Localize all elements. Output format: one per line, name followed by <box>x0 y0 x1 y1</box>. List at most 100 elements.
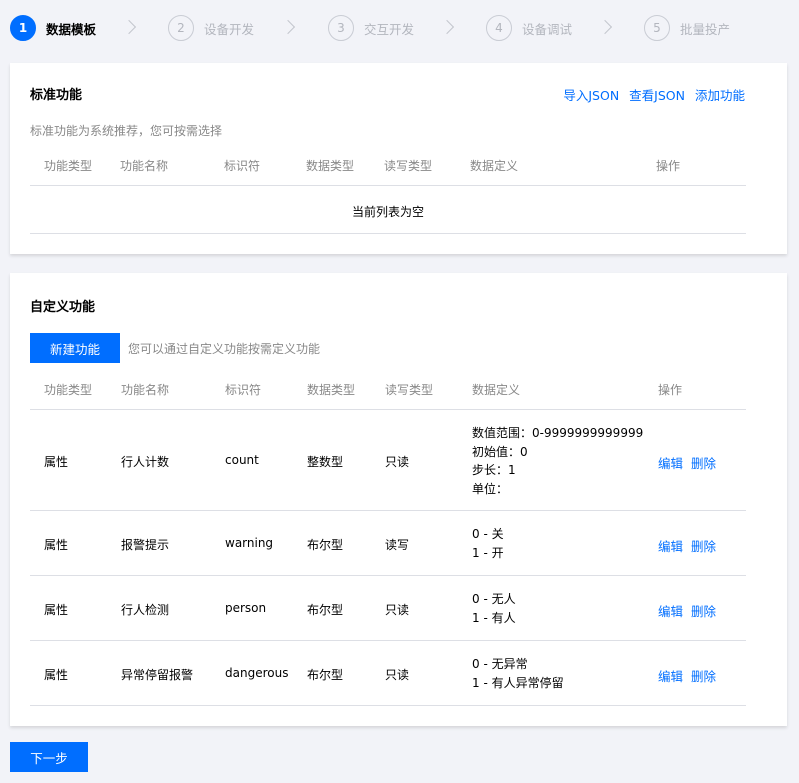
cell-operations: 编辑 删除 <box>658 536 716 555</box>
step-number: 4 <box>486 15 512 41</box>
edit-link[interactable]: 编辑 <box>658 666 683 685</box>
column-header: 读写类型 <box>385 383 434 397</box>
step-3[interactable]: 3 交互开发 <box>328 14 414 42</box>
step-label: 交互开发 <box>364 21 415 37</box>
table-row: 属性 行人计数 count 整数型 只读 数值范围：0-999999999999… <box>30 410 746 511</box>
cell-definition: 数值范围：0-9999999999999 初始值：0 步长：1 单位： <box>472 424 643 498</box>
table-row: 属性 行人检测 person 布尔型 只读 0 - 无人 1 - 有人 编辑 删… <box>30 576 746 641</box>
cell-type: 属性 <box>44 455 69 469</box>
card-title: 标准功能 <box>30 88 83 103</box>
steps-bar: 1 数据模板 2 设备开发 3 交互开发 4 设备调试 5 批量投产 <box>10 14 790 42</box>
cell-identifier: dangerous <box>225 666 289 680</box>
card-description: 标准功能为系统推荐，您可按需选择 <box>30 124 223 138</box>
step-number: 3 <box>328 15 354 41</box>
table-header: 功能类型 功能名称 标识符 数据类型 读写类型 数据定义 操作 <box>30 366 746 410</box>
cell-operations: 编辑 删除 <box>658 453 716 472</box>
definition-line: 1 - 有人 <box>472 610 516 625</box>
delete-link[interactable]: 删除 <box>691 453 716 472</box>
column-header: 功能名称 <box>121 383 170 397</box>
card-actions: 导入JSON 查看JSON 添加功能 <box>563 85 745 104</box>
definition-line: 1 - 开 <box>472 545 504 560</box>
cell-identifier: count <box>225 453 259 467</box>
next-step-button[interactable]: 下一步 <box>10 742 88 772</box>
card-title: 自定义功能 <box>30 300 96 315</box>
edit-link[interactable]: 编辑 <box>658 453 683 472</box>
add-function-link[interactable]: 添加功能 <box>695 85 745 104</box>
chevron-right-icon <box>439 19 455 35</box>
column-header: 操作 <box>658 383 683 397</box>
import-json-link[interactable]: 导入JSON <box>563 85 619 104</box>
cell-name: 行人计数 <box>121 455 170 469</box>
column-header: 标识符 <box>225 383 262 397</box>
column-header: 数据定义 <box>472 383 521 397</box>
cell-definition: 0 - 无人 1 - 有人 <box>472 590 516 627</box>
custom-functions-card: 自定义功能 新建功能 您可以通过自定义功能按需定义功能 功能类型 功能名称 标识… <box>10 273 787 726</box>
cell-type: 属性 <box>44 603 69 617</box>
cell-data-type: 整数型 <box>307 455 344 469</box>
cell-name: 报警提示 <box>121 538 170 552</box>
definition-line: 步长：1 <box>472 463 516 477</box>
step-2[interactable]: 2 设备开发 <box>168 14 254 42</box>
cell-rw: 只读 <box>385 455 410 469</box>
step-number: 1 <box>10 15 36 41</box>
column-header: 操作 <box>656 159 681 173</box>
column-header: 数据类型 <box>306 159 355 173</box>
cell-definition: 0 - 无异常 1 - 有人异常停留 <box>472 655 564 692</box>
definition-line: 初始值：0 <box>472 444 528 459</box>
edit-link[interactable]: 编辑 <box>658 536 683 555</box>
delete-link[interactable]: 删除 <box>691 536 716 555</box>
step-number: 2 <box>168 15 194 41</box>
cell-definition: 0 - 关 1 - 开 <box>472 525 504 562</box>
column-header: 标识符 <box>224 159 261 173</box>
column-header: 功能类型 <box>44 383 93 397</box>
standard-functions-card: 标准功能 导入JSON 查看JSON 添加功能 标准功能为系统推荐，您可按需选择… <box>10 63 787 254</box>
new-function-button[interactable]: 新建功能 <box>30 333 120 363</box>
cell-name: 异常停留报警 <box>121 668 194 682</box>
cell-data-type: 布尔型 <box>307 603 344 617</box>
column-header: 功能名称 <box>120 159 169 173</box>
column-header: 数据类型 <box>307 383 356 397</box>
definition-line: 数值范围：0-9999999999999 <box>472 426 644 440</box>
cell-data-type: 布尔型 <box>307 668 344 682</box>
empty-message: 当前列表为空 <box>351 205 424 219</box>
cell-operations: 编辑 删除 <box>658 601 716 620</box>
delete-link[interactable]: 删除 <box>691 666 716 685</box>
cell-rw: 只读 <box>385 668 410 682</box>
cell-rw: 只读 <box>385 603 410 617</box>
table-row: 属性 报警提示 warning 布尔型 读写 0 - 关 1 - 开 编辑 删除 <box>30 511 746 576</box>
definition-line: 单位： <box>472 481 509 496</box>
chevron-right-icon <box>121 19 137 35</box>
hint-text: 您可以通过自定义功能按需定义功能 <box>128 342 321 356</box>
cell-data-type: 布尔型 <box>307 538 344 552</box>
step-label: 批量投产 <box>680 21 731 37</box>
cell-type: 属性 <box>44 668 69 682</box>
delete-link[interactable]: 删除 <box>691 601 716 620</box>
definition-line: 0 - 无人 <box>472 592 516 606</box>
cell-identifier: person <box>225 601 267 615</box>
step-number: 5 <box>644 15 670 41</box>
definition-line: 0 - 无异常 <box>472 657 528 671</box>
cell-type: 属性 <box>44 538 69 552</box>
definition-line: 1 - 有人异常停留 <box>472 675 564 690</box>
edit-link[interactable]: 编辑 <box>658 601 683 620</box>
chevron-right-icon <box>597 19 613 35</box>
cell-rw: 读写 <box>385 538 410 552</box>
chevron-right-icon <box>280 19 296 35</box>
step-label: 设备开发 <box>204 21 255 37</box>
step-label: 数据模板 <box>46 21 97 37</box>
cell-name: 行人检测 <box>121 603 170 617</box>
view-json-link[interactable]: 查看JSON <box>629 85 685 104</box>
step-1[interactable]: 1 数据模板 <box>10 14 96 42</box>
step-4[interactable]: 4 设备调试 <box>486 14 572 42</box>
empty-row: 当前列表为空 <box>30 186 746 234</box>
definition-line: 0 - 关 <box>472 527 504 541</box>
column-header: 数据定义 <box>470 159 519 173</box>
table-header: 功能类型 功能名称 标识符 数据类型 读写类型 数据定义 操作 <box>30 142 746 186</box>
cell-operations: 编辑 删除 <box>658 666 716 685</box>
cell-identifier: warning <box>225 536 274 550</box>
column-header: 功能类型 <box>44 159 93 173</box>
column-header: 读写类型 <box>384 159 433 173</box>
step-5[interactable]: 5 批量投产 <box>644 14 730 42</box>
table-row: 属性 异常停留报警 dangerous 布尔型 只读 0 - 无异常 1 - 有… <box>30 641 746 706</box>
step-label: 设备调试 <box>522 21 573 37</box>
